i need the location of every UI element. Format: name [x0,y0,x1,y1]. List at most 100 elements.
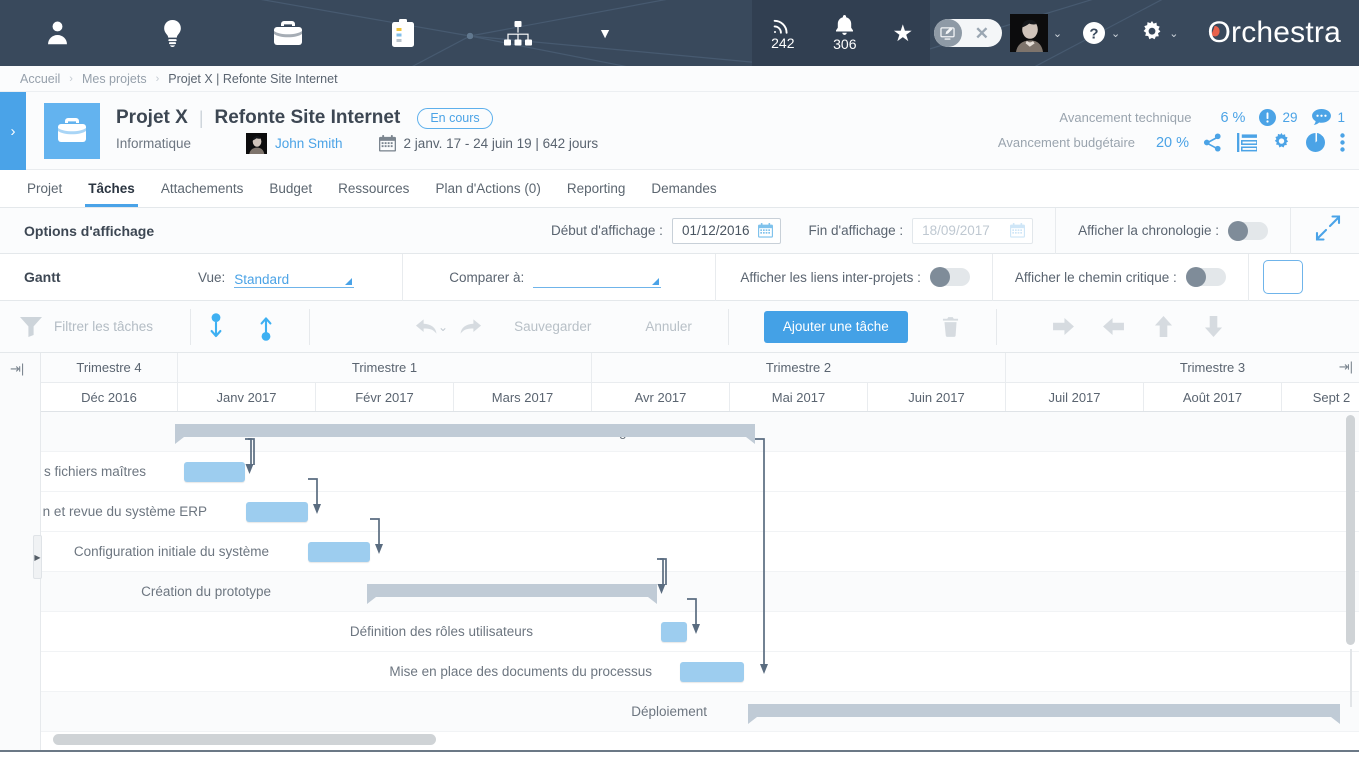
gantt-task-bar[interactable] [184,462,245,482]
gantt-task-bar[interactable] [308,542,370,562]
project-date-range: 2 janv. 17 - 24 juin 19 | 642 jours [404,136,599,151]
pie-chart-icon[interactable] [1306,133,1325,152]
outdent-task-button[interactable] [1089,301,1139,353]
project-dates: 2 janv. 17 - 24 juin 19 | 642 jours [379,135,599,152]
gantt-row[interactable]: Déploiement [41,692,1359,732]
nav-item-user[interactable] [0,0,115,66]
share-icon[interactable] [1203,133,1222,152]
tab-label: Budget [269,181,312,196]
gantt-task-label: Mise en place des documents du processus [389,664,652,679]
vertical-scrollbar[interactable] [1346,415,1355,645]
close-icon[interactable]: ✕ [962,25,1002,42]
compare-select[interactable] [533,267,661,288]
undo-chevron-down-icon[interactable]: ⌄ [438,320,448,334]
top-navigation-bar: ▼ 242 306 ★ [0,0,1359,66]
sidebar-expand-button[interactable]: › [0,92,26,170]
nav-favorites-button[interactable]: ★ [876,0,930,66]
filter-tasks-field[interactable]: Filtrer les tâches [0,316,190,337]
nav-item-tasks[interactable] [345,0,460,66]
interlinks-toggle[interactable] [930,268,970,286]
tab-plan-actions[interactable]: Plan d'Actions (0) [422,170,553,207]
add-task-button[interactable]: Ajouter une tâche [764,311,908,343]
tab-taches[interactable]: Tâches [75,170,148,207]
fullscreen-button[interactable] [1315,215,1341,246]
wbs-list-icon[interactable] [1237,133,1257,152]
gantt-row[interactable]: s fichiers maîtres [41,452,1359,492]
gantt-row[interactable]: Mise en place des documents du processus [41,652,1359,692]
nav-settings-button[interactable]: ⌄ [1130,0,1188,66]
delete-task-button[interactable] [926,301,976,353]
briefcase-icon [57,117,87,144]
timeline-quarter: Trimestre 1 [178,353,592,382]
technical-progress-value: 6 % [1191,110,1245,126]
timeline-quarters: Trimestre 4Trimestre 1Trimestre 2Trimest… [41,353,1359,383]
extra-option-box[interactable] [1263,260,1303,294]
org-chart-icon [504,21,532,46]
move-task-up-button[interactable] [1139,301,1189,353]
gear-icon[interactable] [1272,133,1291,152]
tab-demandes[interactable]: Demandes [638,170,729,207]
gantt-task-bar[interactable] [748,704,1340,717]
display-end-placeholder: 18/09/2017 [922,223,1002,238]
nav-feed-button[interactable]: 242 [752,0,814,66]
gantt-row[interactable]: Configuration initiale du système [41,532,1359,572]
issues-badge[interactable]: 29 [1259,109,1297,126]
critical-path-toggle[interactable] [1186,268,1226,286]
tab-projet[interactable]: Projet [14,170,75,207]
cancel-button[interactable]: Annuler [613,319,714,334]
status-badge: En cours [417,108,492,129]
horizontal-scrollbar[interactable] [53,734,436,745]
redo-button[interactable] [448,301,492,353]
screen-share-toggle[interactable]: ✕ [934,19,1002,47]
gantt-task-bar[interactable] [661,622,687,642]
indent-task-button[interactable] [1039,301,1089,353]
tab-budget[interactable]: Budget [256,170,325,207]
compare-label: Comparer à: [449,270,524,285]
collapse-panel-icon[interactable]: ⇥| [10,361,24,377]
calendar-icon[interactable] [758,223,773,238]
display-start-input[interactable]: 01/12/2016 [672,218,781,244]
more-vertical-icon[interactable] [1340,133,1345,152]
timeline-toggle[interactable] [1228,222,1268,240]
page-title: Refonte Site Internet [215,107,401,129]
expand-panel-icon[interactable]: ⇥| [1339,359,1353,375]
breadcrumb-home[interactable]: Accueil [20,72,60,86]
gantt-row[interactable]: Définition des rôles utilisateurs [41,612,1359,652]
expand-all-button[interactable] [241,301,291,353]
tab-reporting[interactable]: Reporting [554,170,639,207]
nav-alerts-button[interactable]: 306 [814,0,876,66]
gantt-row[interactable]: Design [41,412,1359,452]
gantt-task-bar[interactable] [367,584,657,597]
comments-badge[interactable]: 1 [1312,109,1345,126]
breadcrumb-projects[interactable]: Mes projets [82,72,147,86]
timeline-months: Déc 2016Janv 2017Févr 2017Mars 2017Avr 2… [41,383,1359,412]
timeline-month: Mars 2017 [454,383,592,411]
avatar[interactable] [1010,14,1048,52]
display-end-input[interactable]: 18/09/2017 [912,218,1033,244]
gantt-row[interactable]: n et revue du système ERP [41,492,1359,532]
nav-item-projects[interactable] [230,0,345,66]
nav-more-caret[interactable]: ▼ [575,0,635,66]
view-select[interactable]: Standard [234,267,354,288]
gantt-task-bar[interactable] [175,424,755,437]
calendar-icon[interactable] [1010,223,1025,238]
gantt-task-bar[interactable] [246,502,308,522]
nav-item-ideas[interactable] [115,0,230,66]
gantt-row[interactable]: Création du prototype [41,572,1359,612]
avatar-chevron-down-icon[interactable]: ⌄ [1053,27,1062,40]
tab-attachements[interactable]: Attachements [148,170,257,207]
rss-icon [772,16,793,35]
timeline-toggle-field: Afficher la chronologie : [1078,222,1268,240]
save-button[interactable]: Sauvegarder [492,319,613,334]
move-task-down-button[interactable] [1189,301,1239,353]
panel-splitter-handle[interactable]: ▶ [33,535,42,579]
collapse-all-button[interactable] [191,301,241,353]
gantt-options-divider [1248,254,1249,301]
gantt-task-bar[interactable] [680,662,744,682]
nav-help-button[interactable]: ? ⌄ [1072,0,1130,66]
budget-progress-row: Avancement budgétaire 20 % [998,133,1345,152]
nav-item-organization[interactable] [460,0,575,66]
tab-ressources[interactable]: Ressources [325,170,422,207]
vertical-scrollbar-track[interactable] [1350,649,1352,707]
project-owner[interactable]: John Smith [246,133,343,154]
